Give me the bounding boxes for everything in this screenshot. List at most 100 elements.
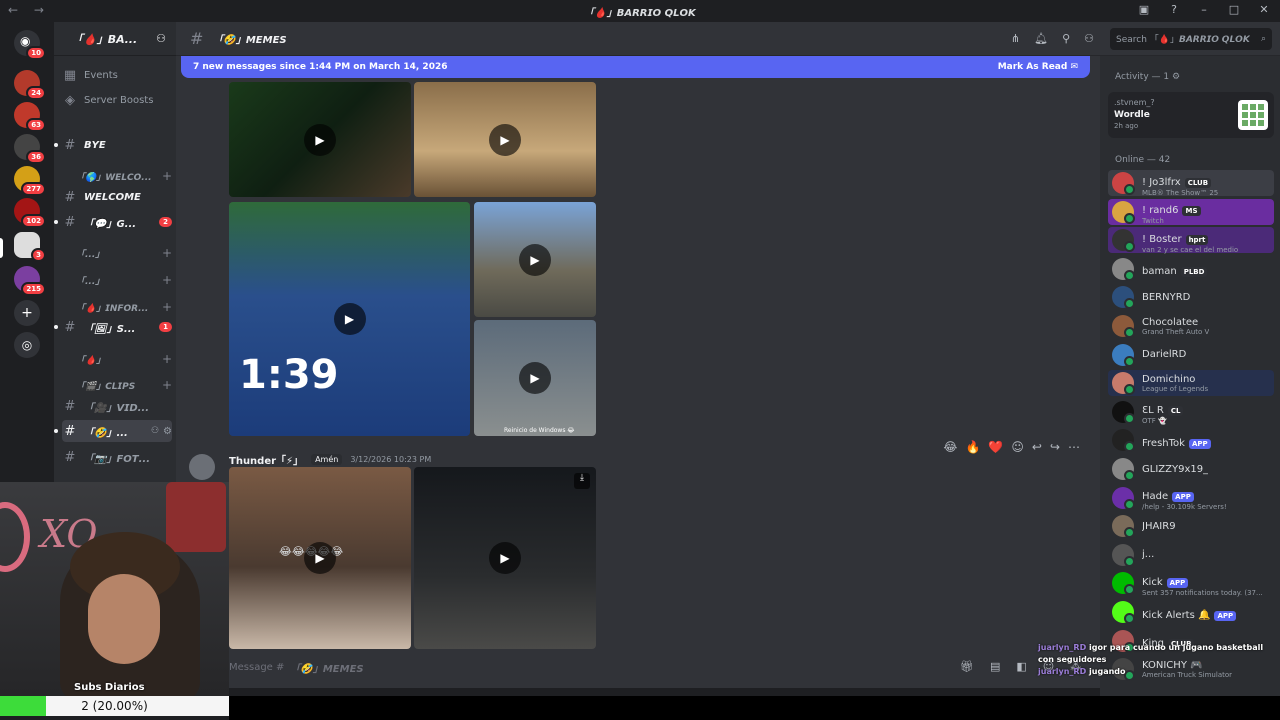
member-item[interactable]: JHAIR9 <box>1108 513 1274 539</box>
pin-icon[interactable]: ⚲ <box>1062 32 1070 45</box>
online-header: Online — 42 <box>1115 155 1171 165</box>
activity-card[interactable]: .stvnem_? Wordle 2h ago <box>1108 92 1274 138</box>
add-channel-icon[interactable]: + <box>162 378 172 392</box>
home-button[interactable]: ◉ 10 <box>14 30 46 60</box>
video-attachment[interactable]: ▶ <box>229 82 411 197</box>
member-item[interactable]: GLIZZY9x19_ <box>1108 456 1274 482</box>
reply-icon[interactable]: ↩ <box>1032 440 1042 454</box>
member-item[interactable]: Hade APP/help - 30.109k Servers! <box>1108 485 1274 511</box>
reaction-heart[interactable]: ❤️ <box>988 440 1003 454</box>
server-icon[interactable]: 63 <box>14 102 46 132</box>
events-label: Events <box>84 69 118 81</box>
gear-icon[interactable]: ⚙ <box>1172 72 1180 82</box>
server-boosts-item[interactable]: ◈ Server Boosts <box>62 89 172 111</box>
bell-icon[interactable]: 🔔︎ <box>1034 32 1048 45</box>
help-icon[interactable]: ? <box>1166 3 1182 16</box>
server-icon[interactable]: 215 <box>14 266 46 296</box>
channel-memes-selected[interactable]: # 「🤣」... ⚇ ⚙ <box>54 420 172 442</box>
member-item[interactable]: Domichino League of Legends <box>1108 370 1274 397</box>
sticker-icon[interactable]: ◧ <box>1016 660 1026 673</box>
member-item[interactable]: ! Jo3lfrx CLUB MLB® The Show™ 25 <box>1108 170 1274 197</box>
play-icon[interactable]: ▶ <box>333 303 366 335</box>
member-item[interactable]: Kick APP Sent 357 notifications today. (37… <box>1108 570 1274 597</box>
channel-videos[interactable]: # 「🎥」𝙑𝙄𝘿... <box>62 395 172 417</box>
message-area: 7 new messages since 1:44 PM on March 14… <box>176 56 1100 688</box>
channel-bye[interactable]: # 𝘽𝙔𝙀 <box>54 134 172 156</box>
member-list-icon[interactable]: ⚇ <box>1084 32 1094 45</box>
gear-icon[interactable]: ⚙ <box>163 426 172 437</box>
gif-icon[interactable]: ▤ <box>990 660 1000 673</box>
avatar[interactable] <box>189 454 215 480</box>
server-icon[interactable]: 36 <box>14 134 46 164</box>
play-icon[interactable]: ▶ <box>489 123 521 156</box>
server-icon[interactable]: 102 <box>14 198 46 228</box>
channel-welcome[interactable]: # 𝙒𝙀𝙇𝘾𝙊𝙈𝙀 <box>62 186 172 208</box>
video-attachment[interactable]: ▶ <box>414 82 596 197</box>
server-icon[interactable]: 24 <box>14 70 46 100</box>
maximize-icon[interactable]: □ <box>1226 3 1242 16</box>
download-icon[interactable]: ⤓ <box>574 473 590 489</box>
new-messages-banner[interactable]: 7 new messages since 1:44 PM on March 14… <box>181 56 1090 78</box>
message-author[interactable]: Thunder「⚡」 <box>229 452 303 467</box>
close-icon[interactable]: ✕ <box>1256 3 1272 16</box>
reaction-laugh[interactable]: 😂 <box>943 440 957 454</box>
more-icon[interactable]: ⋯ <box>1068 440 1080 454</box>
video-attachment[interactable]: ▶ <box>474 202 596 317</box>
inbox-icon[interactable]: ▣ <box>1136 3 1152 16</box>
server-icon[interactable]: 277 <box>14 166 46 196</box>
events-item[interactable]: ▦ Events <box>62 64 172 86</box>
member-item[interactable]: baman PLBD <box>1108 256 1274 282</box>
category-clips[interactable]: 「🎬」𝘾𝙇𝙄𝙋𝙎 + <box>62 374 172 396</box>
reaction-fire[interactable]: 🔥 <box>965 440 980 454</box>
member-item[interactable]: DarielRD <box>1108 342 1274 368</box>
add-channel-icon[interactable]: + <box>162 246 172 260</box>
member-item[interactable]: ! rand6 ΜS Twitch <box>1108 198 1274 226</box>
channel-s[interactable]: # 「🖼」𝙎... 1 <box>54 316 172 338</box>
server-icon-active[interactable]: 3 <box>14 232 46 262</box>
channel-photos[interactable]: # 「📷」𝙁𝙊𝙏... <box>62 446 172 468</box>
forward-icon[interactable]: ↪ <box>1050 440 1060 454</box>
server-badge: 215 <box>21 282 46 296</box>
member-item[interactable]: ! Boster hprt van 2 y se cae el del medio <box>1108 227 1274 254</box>
member-item[interactable]: Kick Alerts 🔔 APP <box>1108 599 1274 625</box>
video-attachment[interactable]: ▶ Reinicio de Windows 😂 <box>474 320 596 436</box>
add-channel-icon[interactable]: + <box>162 273 172 287</box>
search-input[interactable]: Search 「🩸」𝘽𝘼𝙍𝙍𝙄𝙊 𝙌𝙇𝙊𝙆 ⌕ <box>1110 27 1272 50</box>
play-icon[interactable]: ▶ <box>519 362 551 394</box>
play-icon[interactable]: ▶ <box>519 243 551 276</box>
category-welcome[interactable]: 「🌎」𝙒𝙀𝙇𝘾𝙊... + <box>62 165 172 187</box>
add-reaction-icon[interactable]: ☺ <box>1011 440 1024 454</box>
member-status: Twitch <box>1142 217 1164 226</box>
member-item[interactable]: ƐL R CL OTF 👻 <box>1108 399 1274 425</box>
add-channel-icon[interactable]: + <box>162 169 172 183</box>
category-collapsed[interactable]: 「...」 + <box>62 242 172 264</box>
category-label: 「🎬」𝘾𝙇𝙄𝙋𝙎 <box>76 381 136 392</box>
category-label: 「🩸」 <box>76 355 106 366</box>
play-icon[interactable]: ▶ <box>304 123 336 156</box>
explore-servers-button[interactable]: ◎ <box>14 332 40 358</box>
member-item[interactable]: j... <box>1108 542 1274 568</box>
threads-icon[interactable]: ⋔ <box>1011 32 1020 45</box>
invite-icon[interactable]: ⚇ <box>156 32 166 45</box>
video-attachment[interactable]: 1:39 ▶ <box>229 202 470 436</box>
category-collapsed[interactable]: 「...」 + <box>62 269 172 291</box>
minimize-icon[interactable]: – <box>1196 3 1212 16</box>
play-icon[interactable]: ▶ <box>489 542 521 574</box>
channel-general[interactable]: # 「💬」𝙂... 2 <box>54 211 172 233</box>
video-attachment[interactable]: 😂😂😂😂😂 ▶ <box>229 467 411 649</box>
members-icon[interactable]: ⚇ <box>151 426 159 436</box>
category-info[interactable]: 「🩸」𝙄𝙉𝙁𝙊𝙍... + <box>62 296 172 318</box>
member-item[interactable]: Chocolatee Grand Theft Auto V <box>1108 313 1274 339</box>
add-channel-icon[interactable]: + <box>162 300 172 314</box>
play-icon[interactable]: ▶ <box>304 542 336 574</box>
app-tag: APP <box>1172 492 1194 503</box>
add-channel-icon[interactable]: + <box>162 352 172 366</box>
category-blood[interactable]: 「🩸」 + <box>62 348 172 370</box>
video-attachment[interactable]: ⤓ ▶ <box>414 467 596 649</box>
guild-header[interactable]: 「🩸」𝘽𝘼... ⚇ <box>54 22 176 56</box>
mark-as-read-button[interactable]: Mark As Read ✉ <box>998 62 1078 72</box>
member-item[interactable]: BERNYRD <box>1108 284 1274 310</box>
member-item[interactable]: FreshTok APP <box>1108 427 1274 453</box>
add-server-button[interactable]: + <box>14 300 40 326</box>
gift-icon[interactable]: 🎁︎ <box>960 660 974 673</box>
